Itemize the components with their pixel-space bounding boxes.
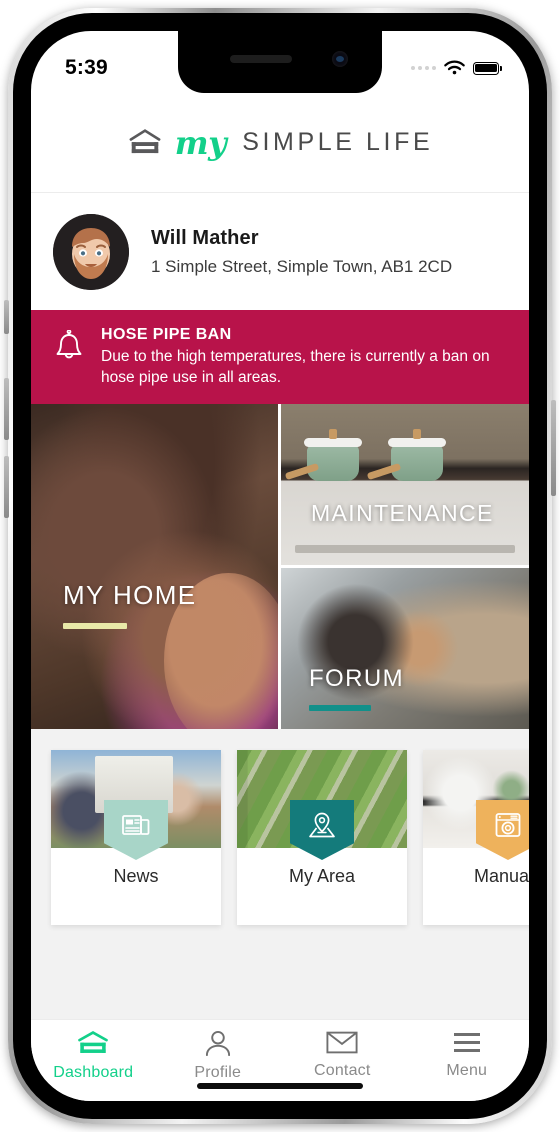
bell-icon — [56, 329, 82, 359]
screenshot-root: 5:39 my SIMPLE LIFE Will Mather 1 Simple… — [0, 0, 560, 1132]
power-button[interactable] — [551, 400, 556, 496]
card-my-area[interactable]: My Area — [237, 750, 407, 925]
envelope-icon — [326, 1031, 358, 1054]
tile-forum[interactable]: FORUM — [281, 568, 529, 729]
tab-dashboard[interactable]: Dashboard — [38, 1030, 148, 1082]
newspaper-icon — [122, 815, 150, 835]
tab-contact[interactable]: Contact — [287, 1030, 397, 1080]
brand-my-text: my — [174, 123, 227, 162]
tab-menu-label: Menu — [446, 1062, 488, 1079]
tile-maintenance-label: MAINTENANCE — [311, 500, 494, 526]
profile-text: Will Mather 1 Simple Street, Simple Town… — [151, 227, 452, 277]
tile-my-home-label: MY HOME — [63, 580, 197, 610]
alert-banner[interactable]: HOSE PIPE BAN Due to the high temperatur… — [31, 310, 529, 404]
house-logo-icon — [129, 128, 161, 153]
washing-machine-icon — [495, 813, 521, 837]
avatar[interactable] — [53, 213, 129, 290]
card-manuals-label: Manuals — [473, 866, 529, 886]
tile-photo-family — [31, 404, 278, 729]
card-badge — [290, 800, 354, 860]
card-badge — [104, 800, 168, 860]
tab-contact-label: Contact — [313, 1062, 371, 1079]
alert-body: HOSE PIPE BAN Due to the high temperatur… — [101, 326, 501, 389]
card-badge — [476, 800, 529, 860]
feature-tiles: MY HOME MAINTENANCE FORUM — [31, 404, 529, 729]
tab-menu[interactable]: Menu — [412, 1030, 522, 1080]
home-indicator[interactable] — [197, 1083, 363, 1089]
wifi-icon — [444, 60, 465, 74]
volume-down-button[interactable] — [4, 456, 9, 518]
house-logo-icon — [78, 1030, 109, 1053]
tile-maintenance[interactable]: MAINTENANCE — [281, 404, 529, 565]
alert-message: Due to the high temperatures, there is c… — [101, 348, 490, 386]
tab-dashboard-label: Dashboard — [53, 1064, 134, 1081]
front-camera — [332, 51, 348, 67]
earpiece-speaker — [230, 55, 292, 63]
mute-switch[interactable] — [4, 300, 9, 334]
tile-photo-kitchen — [281, 404, 529, 565]
card-news-label: News — [113, 866, 159, 886]
app-header: my SIMPLE LIFE — [31, 93, 529, 193]
tile-my-home-rule — [63, 623, 127, 629]
tab-profile-label: Profile — [194, 1064, 242, 1081]
person-icon — [205, 1030, 230, 1057]
notch — [178, 31, 382, 93]
signal-dots-icon — [411, 66, 436, 70]
card-manuals[interactable]: Manuals — [423, 750, 529, 925]
profile-strip[interactable]: Will Mather 1 Simple Street, Simple Town… — [31, 194, 529, 309]
drawer-handle-decor — [295, 545, 515, 553]
status-time: 5:39 — [65, 56, 108, 79]
profile-name: Will Mather — [151, 226, 259, 249]
tab-profile[interactable]: Profile — [163, 1030, 273, 1082]
bell-icon-wrap — [53, 329, 87, 369]
brand-logo[interactable]: my SIMPLE LIFE — [127, 127, 434, 159]
volume-up-button[interactable] — [4, 378, 9, 440]
tile-my-home[interactable]: MY HOME — [31, 404, 278, 729]
tile-forum-rule — [309, 705, 371, 711]
battery-full-icon — [473, 61, 502, 75]
card-my-area-label: My Area — [288, 866, 356, 886]
brand-name-text: SIMPLE LIFE — [242, 128, 434, 156]
user-avatar-icon — [53, 213, 129, 290]
profile-address: 1 Simple Street, Simple Town, AB1 2CD — [151, 256, 453, 276]
card-list: News My Area Manua — [31, 729, 529, 925]
alert-title: HOSE PIPE BAN — [101, 326, 232, 343]
card-carousel[interactable]: News My Area Manua — [31, 729, 529, 1019]
map-pin-icon — [309, 812, 335, 838]
phone-screen: 5:39 my SIMPLE LIFE Will Mather 1 Simple… — [31, 31, 529, 1101]
status-icons — [411, 60, 502, 77]
tile-forum-label: FORUM — [309, 665, 404, 692]
card-news[interactable]: News — [51, 750, 221, 925]
hamburger-menu-icon — [453, 1033, 480, 1052]
tile-column: MAINTENANCE FORUM — [281, 404, 529, 729]
